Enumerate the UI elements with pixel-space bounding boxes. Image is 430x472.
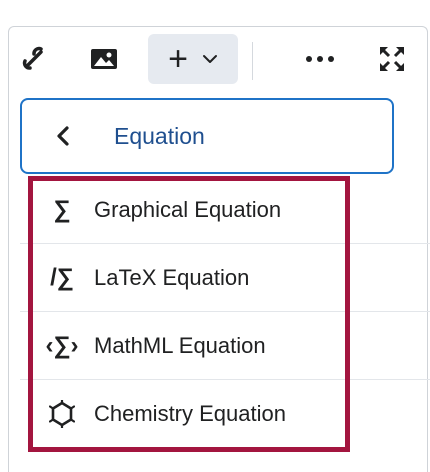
editor-toolbar: +	[8, 26, 428, 92]
chemistry-icon	[42, 400, 82, 428]
menu-item-graphical-equation[interactable]: ∑ Graphical Equation	[20, 176, 430, 244]
equation-menu: ∑ Graphical Equation /∑ LaTeX Equation ‹…	[20, 176, 430, 448]
insert-image-button[interactable]	[78, 34, 130, 84]
insert-stuff-button[interactable]: +	[148, 34, 238, 84]
menu-item-label: LaTeX Equation	[94, 264, 250, 290]
mathml-sigma-icon: ‹∑›	[45, 331, 79, 359]
menu-item-label: MathML Equation	[94, 332, 266, 358]
link-icon	[22, 46, 43, 70]
menu-item-latex-equation[interactable]: /∑ LaTeX Equation	[20, 244, 430, 312]
toolbar-divider	[252, 42, 253, 80]
equation-back-button[interactable]: Equation	[20, 98, 394, 174]
menu-item-label: Graphical Equation	[94, 196, 282, 222]
plus-icon: +	[168, 40, 188, 78]
sigma-icon: ∑	[53, 195, 71, 223]
more-actions-button[interactable]	[294, 34, 346, 84]
fullscreen-button[interactable]	[366, 34, 418, 84]
chevron-left-icon	[56, 125, 82, 147]
menu-item-mathml-equation[interactable]: ‹∑› MathML Equation	[20, 312, 430, 380]
fullscreen-icon	[380, 47, 404, 71]
menu-item-label: Chemistry Equation	[94, 401, 286, 426]
image-icon	[91, 49, 117, 69]
chevron-down-icon	[202, 55, 217, 63]
menu-item-chemistry-equation[interactable]: Chemistry Equation	[20, 380, 430, 448]
ellipsis-icon	[306, 56, 334, 62]
latex-sigma-icon: /∑	[50, 263, 74, 291]
submenu-title: Equation	[114, 122, 205, 149]
link-button[interactable]	[12, 34, 56, 84]
